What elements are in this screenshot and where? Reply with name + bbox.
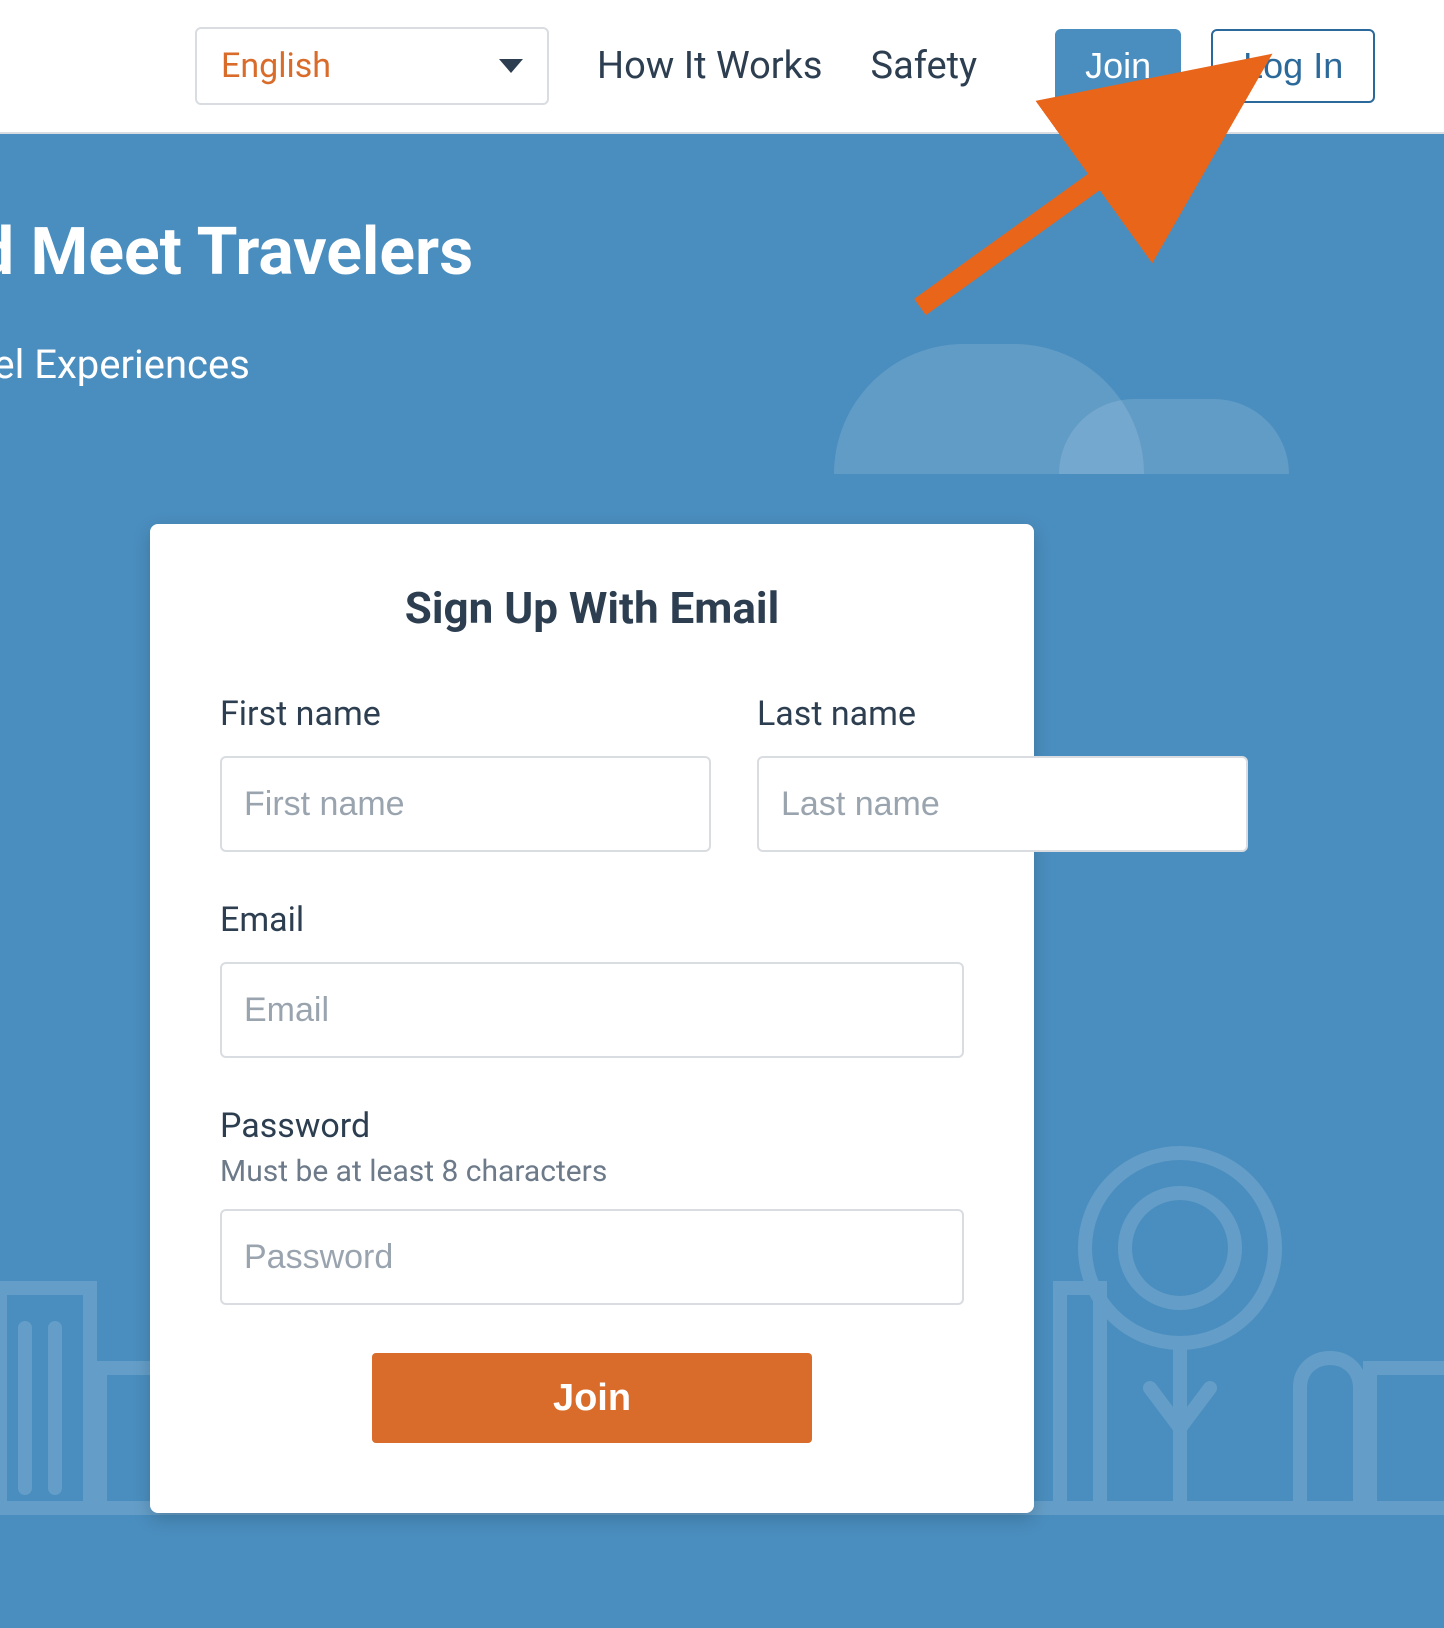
signup-card: Sign Up With Email First name Last name … bbox=[150, 524, 1034, 1513]
nav-safety[interactable]: Safety bbox=[871, 44, 978, 88]
login-button[interactable]: Log In bbox=[1211, 29, 1375, 103]
password-hint: Must be at least 8 characters bbox=[220, 1154, 964, 1189]
password-label: Password bbox=[220, 1106, 964, 1146]
chevron-down-icon bbox=[499, 59, 523, 73]
signup-submit-button[interactable]: Join bbox=[372, 1353, 812, 1443]
language-select-label: English bbox=[221, 46, 331, 86]
email-label: Email bbox=[220, 900, 964, 940]
hero-title: nd Meet Travelers bbox=[0, 134, 1444, 291]
cloud-icon bbox=[1059, 399, 1289, 474]
nav-right-group: Join Log In bbox=[1055, 29, 1375, 103]
last-name-label: Last name bbox=[757, 694, 1248, 734]
join-button[interactable]: Join bbox=[1055, 29, 1181, 103]
password-field[interactable] bbox=[220, 1209, 964, 1305]
hero-subtitle: ravel Experiences bbox=[0, 341, 1444, 388]
nav-how-it-works[interactable]: How It Works bbox=[597, 44, 823, 88]
top-navigation: English How It Works Safety Join Log In bbox=[0, 0, 1444, 134]
language-select[interactable]: English bbox=[195, 27, 549, 105]
signup-title: Sign Up With Email bbox=[220, 582, 964, 634]
hero-section: nd Meet Travelers ravel Experiences r Si… bbox=[0, 134, 1444, 1628]
email-field[interactable] bbox=[220, 962, 964, 1058]
first-name-label: First name bbox=[220, 694, 711, 734]
last-name-field[interactable] bbox=[757, 756, 1248, 852]
first-name-field[interactable] bbox=[220, 756, 711, 852]
